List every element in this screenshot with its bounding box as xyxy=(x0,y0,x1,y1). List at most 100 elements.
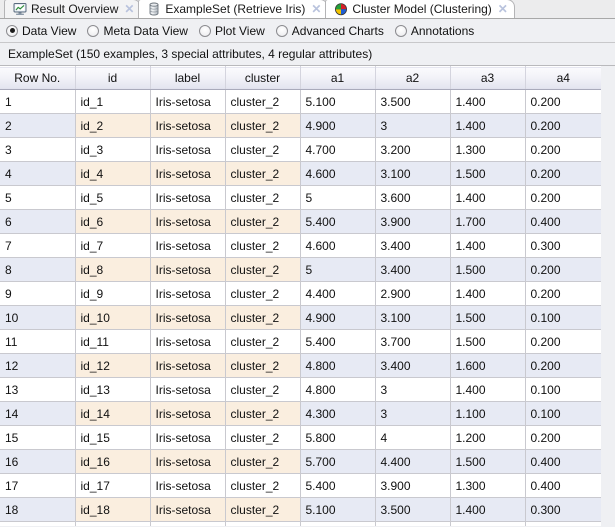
cell-row_no: 4 xyxy=(0,161,76,186)
cell-a3: 1.400 xyxy=(450,497,526,522)
cell-a4: 0.300 xyxy=(525,497,601,522)
view-mode-annotations[interactable]: Annotations xyxy=(394,24,474,38)
close-icon[interactable]: ✕ xyxy=(124,3,134,15)
cell-a4: 0.200 xyxy=(525,137,601,162)
cell-row_no: 10 xyxy=(0,305,76,330)
view-mode-label: Plot View xyxy=(214,23,265,38)
radio-button-icon[interactable] xyxy=(198,24,211,37)
cell-id: id_1 xyxy=(75,89,151,114)
cell-label: Iris-setosa xyxy=(150,377,226,402)
cell-a2: 3.600 xyxy=(375,185,451,210)
cell-a3: 1.500 xyxy=(450,257,526,282)
cell-row_no: 7 xyxy=(0,233,76,258)
column-header-a1[interactable]: a1 xyxy=(300,66,376,90)
table-row[interactable]: 18 id_18 Iris-setosa cluster_2 5.100 3.500 1.4… xyxy=(0,497,601,522)
radio-button-icon[interactable] xyxy=(275,24,288,37)
cell-a1: 5 xyxy=(300,185,376,210)
radio-button-icon[interactable] xyxy=(87,24,100,37)
result-panel: Result Overview ✕ ExampleSet (Retrieve Iri… xyxy=(0,0,615,527)
view-mode-data-view[interactable]: Data View xyxy=(6,24,76,38)
cell-label: Iris-setosa xyxy=(150,281,226,306)
table-row[interactable]: 6 id_6 Iris-setosa cluster_2 5.400 3.900 1.700… xyxy=(0,209,601,234)
right-gutter xyxy=(601,66,615,526)
cell-cluster: cluster_2 xyxy=(225,305,301,330)
cell-cluster: cluster_2 xyxy=(225,425,301,450)
column-header-label[interactable]: label xyxy=(150,66,226,90)
view-mode-plot-view[interactable]: Plot View xyxy=(198,23,265,38)
cell-cluster: cluster_2 xyxy=(225,161,301,186)
cell-row_no: 19 xyxy=(0,521,76,526)
radio-button-icon[interactable] xyxy=(394,24,407,37)
cell-label: Iris-setosa xyxy=(150,449,226,474)
cell-a3: 1.400 xyxy=(450,89,526,114)
table-row[interactable]: 19id_19Iris-setosacluster_25.7003.8001.7… xyxy=(0,521,601,526)
cell-row_no: 16 xyxy=(0,449,76,474)
cell-a1: 4.300 xyxy=(300,401,376,426)
cell-cluster: cluster_2 xyxy=(225,497,301,522)
column-header-row_no[interactable]: Row No. xyxy=(0,66,76,90)
table-row[interactable]: 12 id_12 Iris-setosa cluster_2 4.800 3.400 1.6… xyxy=(0,353,601,378)
cell-cluster: cluster_2 xyxy=(225,113,301,138)
close-icon[interactable]: ✕ xyxy=(498,3,508,15)
cell-id: id_10 xyxy=(75,305,151,330)
table-row[interactable]: 17 id_17 Iris-setosa cluster_2 5.400 3.900 1.3… xyxy=(0,473,601,498)
table-row[interactable]: 10 id_10 Iris-setosa cluster_2 4.900 3.100 1.5… xyxy=(0,305,601,330)
table-row[interactable]: 8 id_8 Iris-setosa cluster_2 5 3.400 1.500 0.20… xyxy=(0,257,601,282)
column-header-cluster[interactable]: cluster xyxy=(225,66,301,90)
table-row[interactable]: 11 id_11 Iris-setosa cluster_2 5.400 3.700 1.5… xyxy=(0,329,601,354)
cell-a3: 1.500 xyxy=(450,161,526,186)
view-mode-advanced-charts[interactable]: Advanced Charts xyxy=(275,24,384,38)
view-mode-radio-group: Data View Meta Data View Plot View Advanced… xyxy=(0,19,615,43)
view-mode-meta-data-view[interactable]: Meta Data View xyxy=(87,24,188,38)
tab-label: Cluster Model (Clustering) xyxy=(352,2,492,16)
cell-row_no: 8 xyxy=(0,257,76,282)
table-row[interactable]: 3 id_3 Iris-setosa cluster_2 4.700 3.200 1.300… xyxy=(0,137,601,162)
cell-row_no: 12 xyxy=(0,353,76,378)
cell-a1: 5.700 xyxy=(300,449,376,474)
tab-exampleset-retrieve-iris[interactable]: ExampleSet (Retrieve Iris) ✕ xyxy=(138,0,329,18)
cell-a3: 1.300 xyxy=(450,473,526,498)
table-row[interactable]: 15 id_15 Iris-setosa cluster_2 5.800 4 1.200 0.… xyxy=(0,425,601,450)
table-row[interactable]: 9 id_9 Iris-setosa cluster_2 4.400 2.900 1.400… xyxy=(0,281,601,306)
cell-a2: 3.800 xyxy=(375,521,451,526)
table-row[interactable]: 14 id_14 Iris-setosa cluster_2 4.300 3 1.100 0.… xyxy=(0,401,601,426)
table-row[interactable]: 4 id_4 Iris-setosa cluster_2 4.600 3.100 1.500… xyxy=(0,161,601,186)
cell-label: Iris-setosa xyxy=(150,425,226,450)
cell-a2: 3.500 xyxy=(375,497,451,522)
table-row[interactable]: 2 id_2 Iris-setosa cluster_2 4.900 3 1.400 0.20… xyxy=(0,113,601,138)
cell-a1: 5.400 xyxy=(300,473,376,498)
cell-a2: 3.700 xyxy=(375,329,451,354)
table-row[interactable]: 16 id_16 Iris-setosa cluster_2 5.700 4.400 1.5… xyxy=(0,449,601,474)
cell-a3: 1.700 xyxy=(450,209,526,234)
cell-id: id_13 xyxy=(75,377,151,402)
cell-id: id_3 xyxy=(75,137,151,162)
cell-label: Iris-setosa xyxy=(150,401,226,426)
radio-button-icon[interactable] xyxy=(6,24,18,37)
column-header-id[interactable]: id xyxy=(75,66,151,90)
table-row[interactable]: 5 id_5 Iris-setosa cluster_2 5 3.600 1.400 0.20… xyxy=(0,185,601,210)
column-header-a2[interactable]: a2 xyxy=(375,66,451,90)
tab-cluster-model-clustering[interactable]: Cluster Model (Clustering) ✕ xyxy=(325,0,515,18)
cell-row_no: 3 xyxy=(0,137,76,162)
cell-a3: 1.400 xyxy=(450,377,526,402)
cell-cluster: cluster_2 xyxy=(225,353,301,378)
cell-a2: 3 xyxy=(375,377,451,402)
cell-a1: 4.900 xyxy=(300,305,376,330)
cell-a2: 3.400 xyxy=(375,353,451,378)
cell-row_no: 15 xyxy=(0,425,76,450)
table-row[interactable]: 1 id_1 Iris-setosa cluster_2 5.100 3.500 1.400… xyxy=(0,89,601,114)
close-icon[interactable]: ✕ xyxy=(311,3,321,15)
cell-id: id_9 xyxy=(75,281,151,306)
cell-id: id_17 xyxy=(75,473,151,498)
table-row[interactable]: 7 id_7 Iris-setosa cluster_2 4.600 3.400 1.400… xyxy=(0,233,601,258)
cell-cluster: cluster_2 xyxy=(225,137,301,162)
cell-a1: 5.400 xyxy=(300,209,376,234)
column-header-a4[interactable]: a4 xyxy=(525,66,601,90)
cell-cluster: cluster_2 xyxy=(225,185,301,210)
tab-result-overview[interactable]: Result Overview ✕ xyxy=(4,0,142,18)
table-row[interactable]: 13 id_13 Iris-setosa cluster_2 4.800 3 1.400 0.… xyxy=(0,377,601,402)
cell-a4: 0.100 xyxy=(525,401,601,426)
column-header-a3[interactable]: a3 xyxy=(450,66,526,90)
cell-a1: 4.400 xyxy=(300,281,376,306)
cell-id: id_2 xyxy=(75,113,151,138)
